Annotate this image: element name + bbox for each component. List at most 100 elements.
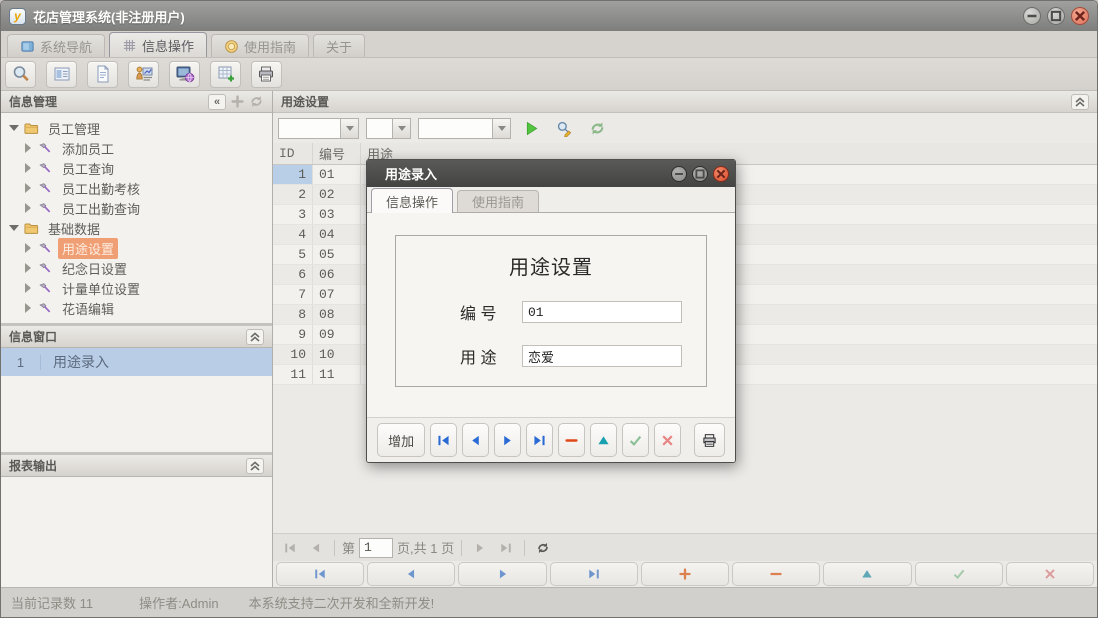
record-nav-button[interactable] <box>915 562 1003 586</box>
close-button[interactable] <box>1071 7 1089 25</box>
caret-icon[interactable] <box>21 243 35 253</box>
cell-code[interactable]: 02 <box>313 185 361 204</box>
filter-value-input[interactable] <box>418 118 492 139</box>
tree-item[interactable]: 员工管理 <box>7 118 272 138</box>
filter-field-value[interactable] <box>278 118 340 139</box>
caret-icon[interactable] <box>21 163 35 173</box>
cell-id[interactable]: 1 <box>273 165 313 184</box>
caret-icon[interactable] <box>7 120 21 136</box>
cell-code[interactable]: 07 <box>313 285 361 304</box>
record-nav-button[interactable] <box>550 562 638 586</box>
tree-item[interactable]: 花语编辑 <box>7 298 272 318</box>
cell-code[interactable]: 04 <box>313 225 361 244</box>
toolbar-button[interactable] <box>87 61 118 88</box>
maximize-button[interactable] <box>1047 7 1065 25</box>
dialog-nav-button[interactable] <box>622 423 649 457</box>
dialog-close-button[interactable] <box>713 166 729 182</box>
filter-tool-button[interactable] <box>518 116 544 140</box>
tree-item[interactable]: 计量单位设置 <box>7 278 272 298</box>
field-input[interactable] <box>522 301 682 323</box>
collapse-content-button[interactable] <box>1071 94 1089 110</box>
filter-tool-button[interactable] <box>551 116 577 140</box>
cell-id[interactable]: 3 <box>273 205 313 224</box>
tree-item[interactable]: 基础数据 <box>7 218 272 238</box>
cell-id[interactable]: 7 <box>273 285 313 304</box>
dialog-maximize-button[interactable] <box>692 166 708 182</box>
pager-refresh-button[interactable] <box>532 537 554 559</box>
toolbar-button[interactable] <box>5 61 36 88</box>
tree-item[interactable]: 添加员工 <box>7 138 272 158</box>
column-header-code[interactable]: 编号 <box>313 143 361 164</box>
column-header-id[interactable]: ID <box>273 143 313 164</box>
record-nav-button[interactable] <box>276 562 364 586</box>
record-nav-button[interactable] <box>732 562 820 586</box>
main-tab[interactable]: 系统导航 <box>7 34 105 57</box>
record-nav-button[interactable] <box>367 562 455 586</box>
cell-id[interactable]: 11 <box>273 365 313 384</box>
dialog-nav-button[interactable] <box>590 423 617 457</box>
tree-item[interactable]: 员工出勤查询 <box>7 198 272 218</box>
cell-code[interactable]: 03 <box>313 205 361 224</box>
cell-id[interactable]: 10 <box>273 345 313 364</box>
field-input[interactable] <box>522 345 682 367</box>
dialog-minimize-button[interactable] <box>671 166 687 182</box>
dialog-tab[interactable]: 使用指南 <box>457 190 539 212</box>
filter-tool-button[interactable] <box>584 116 610 140</box>
dialog-nav-button[interactable] <box>694 423 726 457</box>
caret-icon[interactable] <box>21 303 35 313</box>
caret-icon[interactable] <box>21 283 35 293</box>
pager-nav-button[interactable] <box>305 537 327 559</box>
page-number-input[interactable] <box>359 538 393 558</box>
cell-code[interactable]: 05 <box>313 245 361 264</box>
filter-operator-value[interactable] <box>366 118 392 139</box>
cell-code[interactable]: 01 <box>313 165 361 184</box>
cell-code[interactable]: 06 <box>313 265 361 284</box>
toolbar-button[interactable] <box>210 61 241 88</box>
tree-item[interactable]: 员工出勤考核 <box>7 178 272 198</box>
toolbar-button[interactable] <box>128 61 159 88</box>
caret-icon[interactable] <box>21 203 35 213</box>
main-tab[interactable]: 关于 <box>313 34 365 57</box>
cell-code[interactable]: 09 <box>313 325 361 344</box>
main-tab[interactable]: 使用指南 <box>211 34 309 57</box>
record-nav-button[interactable] <box>823 562 911 586</box>
tree-item[interactable]: 员工查询 <box>7 158 272 178</box>
combo-dropdown-button[interactable] <box>492 118 511 139</box>
dialog-nav-button[interactable] <box>430 423 457 457</box>
cell-code[interactable]: 10 <box>313 345 361 364</box>
toolbar-button[interactable] <box>251 61 282 88</box>
caret-icon[interactable] <box>21 143 35 153</box>
cell-id[interactable]: 8 <box>273 305 313 324</box>
record-nav-button[interactable] <box>458 562 546 586</box>
dialog-nav-button[interactable] <box>494 423 521 457</box>
pager-nav-button[interactable] <box>279 537 301 559</box>
collapse-left-button[interactable]: « <box>208 94 226 110</box>
cell-id[interactable]: 2 <box>273 185 313 204</box>
window-list-item[interactable]: 1 用途录入 <box>1 348 272 376</box>
combo-dropdown-button[interactable] <box>392 118 411 139</box>
cell-id[interactable]: 5 <box>273 245 313 264</box>
toolbar-button[interactable] <box>46 61 77 88</box>
cell-id[interactable]: 4 <box>273 225 313 244</box>
combo-dropdown-button[interactable] <box>340 118 359 139</box>
dialog-tab[interactable]: 信息操作 <box>371 188 453 213</box>
pager-nav-button[interactable] <box>495 537 517 559</box>
record-nav-button[interactable] <box>641 562 729 586</box>
minimize-button[interactable] <box>1023 7 1041 25</box>
dialog-nav-button[interactable] <box>558 423 585 457</box>
dialog-nav-button[interactable] <box>654 423 681 457</box>
cell-code[interactable]: 11 <box>313 365 361 384</box>
main-tab[interactable]: 信息操作 <box>109 32 207 57</box>
caret-icon[interactable] <box>21 183 35 193</box>
tree-item[interactable]: 用途设置 <box>7 238 272 258</box>
cell-id[interactable]: 6 <box>273 265 313 284</box>
caret-icon[interactable] <box>7 220 21 236</box>
dialog-nav-button[interactable] <box>462 423 489 457</box>
collapse-panel-button[interactable] <box>246 458 264 474</box>
dialog-nav-button[interactable] <box>526 423 553 457</box>
collapse-panel-button[interactable] <box>246 329 264 345</box>
record-nav-button[interactable] <box>1006 562 1094 586</box>
caret-icon[interactable] <box>21 263 35 273</box>
tree-item[interactable]: 纪念日设置 <box>7 258 272 278</box>
cell-code[interactable]: 08 <box>313 305 361 324</box>
